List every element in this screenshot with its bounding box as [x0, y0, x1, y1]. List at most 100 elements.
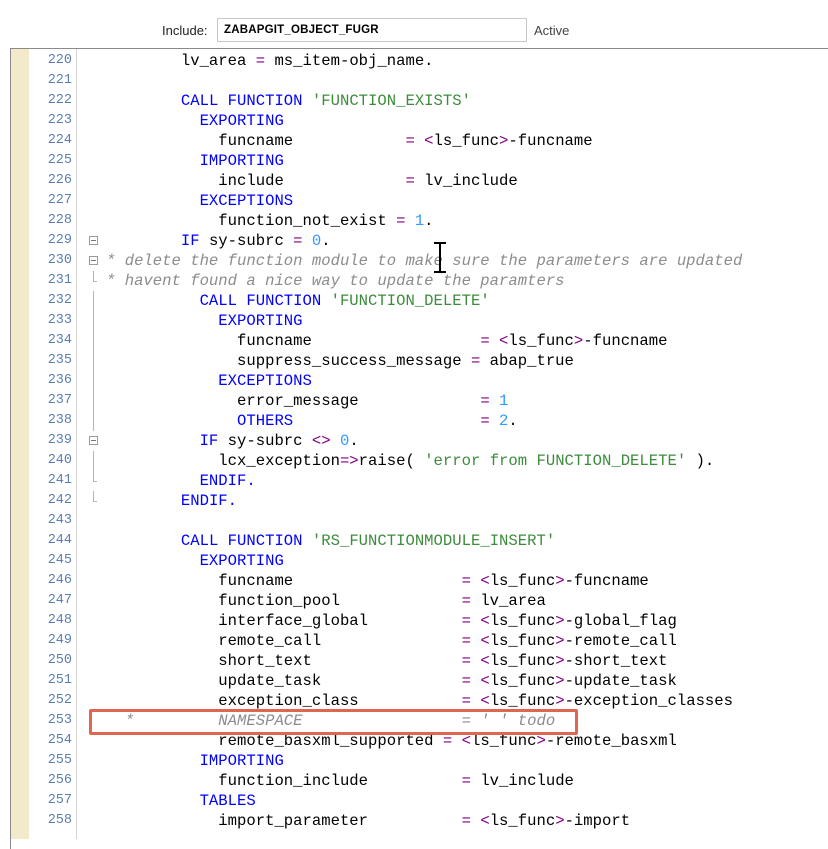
code-line[interactable]: 237 error_message = 1	[30, 391, 828, 411]
code-line[interactable]: 250 short_text = <ls_func>-short_text	[30, 651, 828, 671]
code-token: =	[470, 352, 481, 370]
code-text: * delete the function module to make sur…	[106, 251, 742, 271]
code-token: ls_func	[508, 332, 574, 350]
code-line[interactable]: 224 funcname = <ls_func>-funcname	[30, 131, 828, 151]
code-line[interactable]: 225 IMPORTING	[30, 151, 828, 171]
fold-toggle-icon[interactable]	[88, 251, 102, 271]
code-token: .	[424, 212, 434, 230]
code-token: =	[293, 232, 303, 250]
line-number: 229	[47, 233, 72, 248]
code-token: 0	[339, 432, 350, 450]
code-token: <	[480, 652, 490, 670]
code-line[interactable]: 251 update_task = <ls_func>-update_task	[30, 671, 828, 691]
text-cursor-icon	[433, 242, 447, 274]
code-line[interactable]: 243	[30, 511, 828, 531]
code-line[interactable]: 229 IF sy-subrc = 0.	[30, 231, 828, 251]
code-token: .	[349, 432, 359, 450]
code-text: funcname = <ls_func>-funcname	[106, 571, 649, 591]
code-token: lv_include	[414, 172, 518, 190]
code-text: funcname = <ls_func>-funcname	[106, 331, 668, 351]
code-line[interactable]: 226 include = lv_include	[30, 171, 828, 191]
code-line[interactable]: 249 remote_call = <ls_func>-remote_call	[30, 631, 828, 651]
code-line[interactable]: 248 interface_global = <ls_func>-global_…	[30, 611, 828, 631]
code-token: CALL FUNCTION	[180, 92, 303, 110]
code-line[interactable]: 231 * havent found a nice way to update t…	[30, 271, 828, 291]
code-line[interactable]: 234 funcname = <ls_func>-funcname	[30, 331, 828, 351]
line-number: 237	[47, 393, 72, 408]
code-line[interactable]: 239 IF sy-subrc <> 0.	[30, 431, 828, 451]
code-line[interactable]: 232 CALL FUNCTION 'FUNCTION_DELETE'	[30, 291, 828, 311]
code-token: -update_task	[564, 672, 677, 690]
fold-end-marker	[88, 491, 102, 511]
code-line[interactable]: 255 IMPORTING	[30, 751, 828, 771]
line-number: 241	[47, 473, 72, 488]
code-token: 'RS_FUNCTIONMODULE_INSERT'	[311, 532, 556, 550]
code-line[interactable]: 246 funcname = <ls_func>-funcname	[30, 571, 828, 591]
code-line[interactable]: 258 import_parameter = <ls_func>-import	[30, 811, 828, 831]
code-token: <	[424, 132, 434, 150]
code-text: function_include = lv_include	[106, 771, 574, 791]
code-token: ls_func	[489, 572, 556, 590]
code-token: =	[461, 692, 471, 710]
line-number: 235	[47, 353, 72, 368]
code-token: >	[555, 672, 565, 690]
line-number: 220	[47, 53, 72, 68]
code-token: <>	[311, 432, 331, 450]
code-token: funcname	[106, 332, 481, 350]
code-line[interactable]: 241 ENDIF.	[30, 471, 828, 491]
code-token: <	[480, 572, 490, 590]
code-line[interactable]: 223 EXPORTING	[30, 111, 828, 131]
fold-toggle-icon[interactable]	[88, 431, 102, 451]
code-text: EXCEPTIONS	[106, 371, 312, 391]
code-text: update_task = <ls_func>-update_task	[106, 671, 677, 691]
code-line[interactable]: 221	[30, 71, 828, 91]
code-line[interactable]: 256 function_include = lv_include	[30, 771, 828, 791]
code-token: ms_item-obj_name.	[265, 52, 434, 70]
code-line[interactable]: 257 TABLES	[30, 791, 828, 811]
code-text: CALL FUNCTION 'RS_FUNCTIONMODULE_INSERT'	[106, 531, 555, 551]
fold-toggle-icon[interactable]	[88, 231, 102, 251]
code-token: <	[480, 612, 490, 630]
include-name-field[interactable]: ZABAPGIT_OBJECT_FUGR	[217, 18, 527, 42]
code-line[interactable]: 220 lv_area = ms_item-obj_name.	[30, 51, 828, 71]
code-line[interactable]: 235 suppress_success_message = abap_true	[30, 351, 828, 371]
code-line[interactable]: 245 EXPORTING	[30, 551, 828, 571]
code-token: =	[461, 612, 471, 630]
code-line[interactable]: 240 lcx_exception=>raise( 'error from FU…	[30, 451, 828, 471]
code-text: IMPORTING	[106, 751, 284, 771]
code-line[interactable]: 222 CALL FUNCTION 'FUNCTION_EXISTS'	[30, 91, 828, 111]
code-line[interactable]: 230 * delete the function module to make …	[30, 251, 828, 271]
code-line[interactable]: 244 CALL FUNCTION 'RS_FUNCTIONMODULE_INS…	[30, 531, 828, 551]
fold-end-marker	[88, 471, 102, 491]
code-line[interactable]: 242 ENDIF.	[30, 491, 828, 511]
code-line[interactable]: 228 function_not_exist = 1.	[30, 211, 828, 231]
code-token: update_task	[106, 672, 462, 690]
code-line[interactable]: 233 EXPORTING	[30, 311, 828, 331]
code-line[interactable]: 227 EXCEPTIONS	[30, 191, 828, 211]
code-line[interactable]: 252 exception_class = <ls_func>-exceptio…	[30, 691, 828, 711]
code-token: IMPORTING	[199, 152, 284, 170]
code-line[interactable]: 247 function_pool = lv_area	[30, 591, 828, 611]
code-token: function_pool	[106, 592, 462, 610]
code-text: IMPORTING	[106, 151, 284, 171]
line-number: 242	[47, 493, 72, 508]
code-token: * havent found a nice way to update the …	[106, 272, 565, 290]
code-text: CALL FUNCTION 'FUNCTION_DELETE'	[106, 291, 490, 311]
code-line[interactable]: 238 OTHERS = 2.	[30, 411, 828, 431]
code-line[interactable]: 236 EXCEPTIONS	[30, 371, 828, 391]
code-token: -global_flag	[564, 612, 677, 630]
code-token: =	[461, 632, 471, 650]
